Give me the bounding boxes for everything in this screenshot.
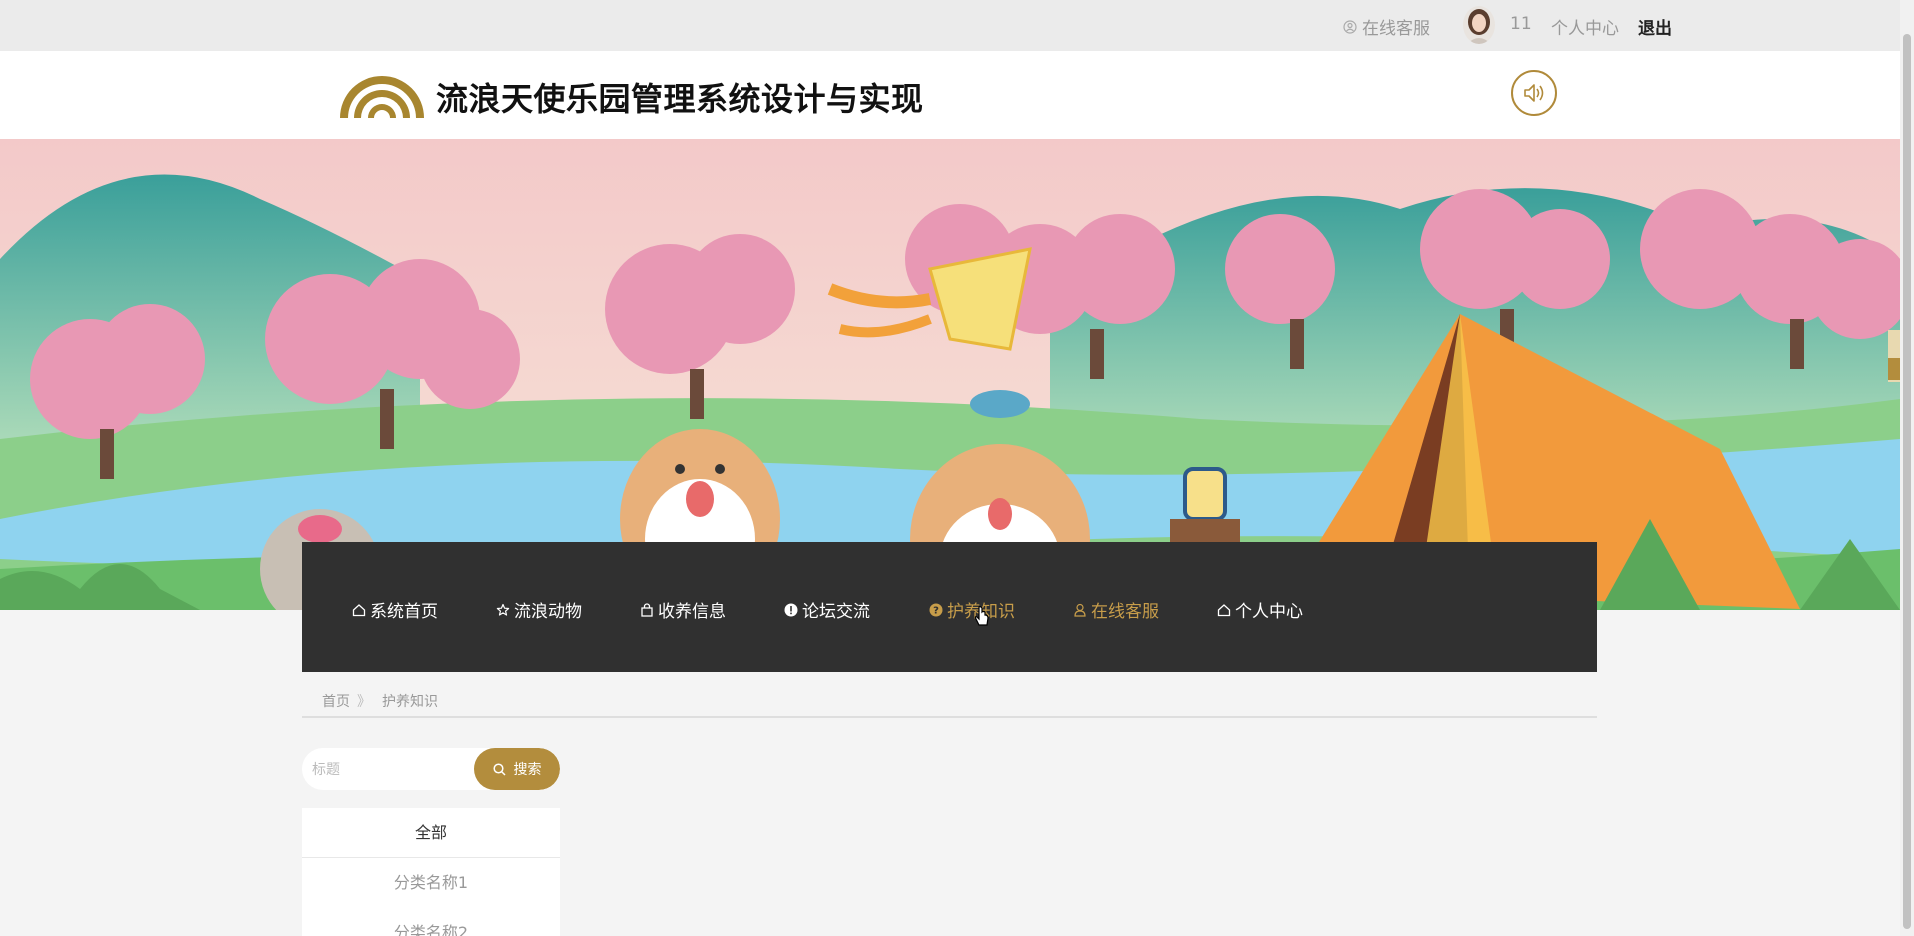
bag-icon [641, 602, 653, 617]
logo [340, 76, 424, 118]
nav-item-forum[interactable]: 论坛交流 [784, 597, 870, 622]
speaker-icon [1524, 84, 1544, 102]
main-nav: 系统首页 流浪动物 收养信息 论坛交流 ? 护养知识 在线客服 个人中心 [302, 542, 1597, 672]
search-box: 搜索 [302, 748, 560, 790]
side-tab-marker [1888, 358, 1900, 380]
site-header: 流浪天使乐园管理系统设计与实现 [0, 51, 1900, 139]
category-item[interactable]: 分类名称2 [302, 908, 560, 936]
mouse-cursor-icon [974, 606, 989, 626]
side-float-tab[interactable] [1888, 330, 1900, 382]
site-title: 流浪天使乐园管理系统设计与实现 [436, 80, 924, 118]
nav-item-online-service[interactable]: 在线客服 [1073, 597, 1159, 622]
hero-banner [0, 139, 1900, 610]
search-button-label: 搜索 [513, 762, 542, 778]
home-icon [1217, 603, 1231, 616]
nav-label: 论坛交流 [802, 602, 870, 622]
breadcrumb-separator: 》 [357, 694, 371, 710]
nav-label: 收养信息 [658, 602, 726, 622]
nav-label: 在线客服 [1091, 602, 1159, 622]
search-icon [492, 762, 506, 776]
breadcrumb-home-link[interactable]: 首页 [322, 691, 350, 711]
nav-item-personal-center[interactable]: 个人中心 [1217, 597, 1303, 622]
nav-item-care-knowledge[interactable]: ? 护养知识 [929, 597, 1015, 622]
nav-item-adoption[interactable]: 收养信息 [640, 597, 726, 622]
category-item[interactable]: 分类名称1 [302, 858, 560, 908]
nav-label: 个人中心 [1235, 602, 1303, 622]
search-button[interactable]: 搜索 [474, 748, 560, 790]
nav-label: 系统首页 [370, 602, 438, 622]
alert-icon [784, 603, 798, 616]
scrollbar-thumb[interactable] [1903, 34, 1911, 929]
category-list: 全部 分类名称1 分类名称2 [302, 808, 560, 936]
search-input[interactable] [302, 748, 486, 790]
star-icon [496, 603, 510, 616]
svg-text:?: ? [933, 605, 939, 616]
sound-toggle-button[interactable] [1511, 70, 1557, 116]
nav-label: 流浪动物 [514, 602, 582, 622]
user-count: 11 [1510, 14, 1532, 34]
breadcrumb-current: 护养知识 [382, 694, 438, 710]
category-item-all[interactable]: 全部 [302, 808, 560, 858]
online-service-label: 在线客服 [1362, 19, 1430, 39]
home-icon [352, 603, 366, 616]
breadcrumb: 首页 》 护养知识 [302, 688, 1597, 718]
question-icon: ? [929, 603, 943, 616]
avatar[interactable] [1463, 6, 1495, 44]
online-service-link[interactable]: 在线客服 [1343, 14, 1430, 39]
nav-item-animals[interactable]: 流浪动物 [496, 597, 582, 622]
page-scrollbar[interactable] [1900, 0, 1914, 936]
user-circle-icon [1343, 19, 1357, 34]
user-icon [1074, 603, 1086, 617]
personal-center-link[interactable]: 个人中心 [1551, 14, 1619, 39]
logout-link[interactable]: 退出 [1638, 14, 1672, 39]
top-utility-bar: 在线客服 11 个人中心 退出 [0, 0, 1914, 51]
nav-item-home[interactable]: 系统首页 [352, 597, 438, 622]
